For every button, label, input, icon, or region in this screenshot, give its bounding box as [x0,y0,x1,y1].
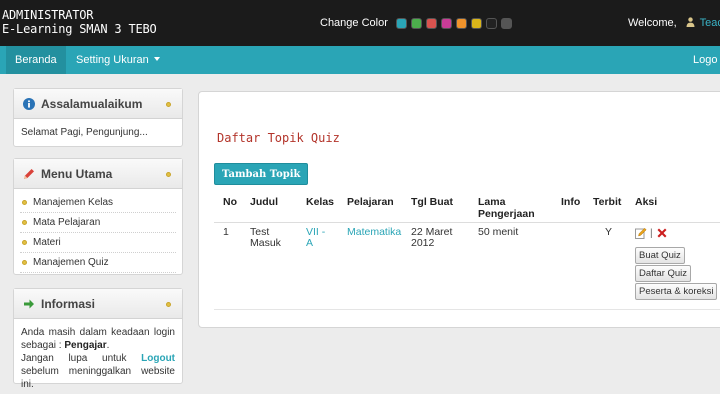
td-judul: Test Masuk [250,227,281,249]
td-no: 1 [223,226,229,238]
bullet-icon [22,200,27,205]
greeting-panel: Assalamualaikum Selamat Pagi, Pengunjung… [13,88,183,147]
brand: ADMINISTRATOR E-Learning SMAN 3 TEBO [2,8,157,36]
main-menu-list: Manajemen Kelas Mata Pelajaran Materi Ma… [14,189,182,279]
th-aksi: Aksi [635,196,658,208]
info-icon [23,98,35,110]
td-lama: 50 menit [478,226,519,238]
change-color: Change Color [320,17,512,29]
info-panel-title: Informasi [41,297,96,311]
color-swatch[interactable] [395,17,407,29]
bullet-icon [22,260,27,265]
color-swatch[interactable] [500,17,512,29]
edit-icon[interactable] [635,227,647,239]
user-icon [686,17,695,27]
td-pelajaran-link[interactable]: Matematika [347,227,401,238]
nav-home[interactable]: Beranda [6,46,66,74]
daftar-quiz-button[interactable]: Daftar Quiz [635,265,692,282]
welcome-label: Welcome, [628,17,677,29]
header-divider [214,222,720,223]
info-panel-header: Informasi [14,289,182,319]
td-tgl-buat: 22 Maret 2012 [411,227,452,249]
th-judul: Judul [250,196,278,208]
td-kelas-link[interactable]: VII - A [306,227,325,249]
info-panel: Informasi Anda masih dalam keadaan login… [13,288,183,390]
main-menu-panel: Menu Utama Manajemen Kelas Mata Pelajara… [13,158,183,275]
menu-item-label: Manajemen Quiz [33,257,109,268]
nav-bar: Beranda Setting Ukuran Logo [0,46,720,74]
th-lama-line-1: Lama [478,196,506,208]
main-menu-title: Menu Utama [41,167,113,181]
row-actions: | [635,227,668,239]
user-name[interactable]: Teach [700,17,720,29]
main-menu-header: Menu Utama [14,159,182,189]
nav-logout-label: Logo [693,54,718,66]
menu-item-manajemen-quiz[interactable]: Manajemen Quiz [20,253,176,273]
bullet-icon [22,220,27,225]
th-kelas: Kelas [306,196,335,208]
brand-line-1: ADMINISTRATOR [2,8,94,22]
chevron-down-icon [153,57,160,61]
collapse-dot-icon[interactable] [166,302,171,307]
menu-item-label: Manajemen Kelas [33,197,114,208]
collapse-dot-icon[interactable] [166,172,171,177]
nav-logout[interactable]: Logo [693,46,717,74]
color-swatch[interactable] [470,17,482,29]
welcome: Welcome, Teach [628,17,720,29]
th-info: Info [561,196,581,208]
td-terbit: Y [605,226,613,238]
th-no: No [223,196,237,208]
add-topic-button[interactable]: Tambah Topik [214,163,309,185]
peserta-koreksi-button[interactable]: Peserta & koreksi [635,283,718,300]
color-swatch[interactable] [410,17,422,29]
color-swatch[interactable] [485,17,497,29]
th-lama: Lama Pengerjaan [478,196,535,220]
color-swatch[interactable] [455,17,467,29]
info-logout-link[interactable]: Logout [141,353,175,364]
action-separator: | [650,227,653,239]
menu-item-mata-pelajaran[interactable]: Mata Pelajaran [20,213,176,233]
menu-item-label: Materi [33,237,61,248]
nav-setting-label: Setting Ukuran [76,54,149,66]
delete-icon[interactable] [656,227,668,239]
nav-home-label: Beranda [15,54,57,66]
info-text-3: sebelum meninggalkan website ini. [21,366,175,390]
th-tgl-buat: Tgl Buat [411,196,453,208]
menu-item-materi[interactable]: Materi [20,233,176,253]
brand-line-2: E-Learning SMAN 3 TEBO [2,22,157,36]
bullet-icon [22,240,27,245]
nav-setting[interactable]: Setting Ukuran [67,46,169,74]
greeting-text: Selamat Pagi, Pengunjung... [21,127,148,138]
th-terbit: Terbit [593,196,622,208]
change-color-label: Change Color [320,17,388,29]
td-tgl-line-2: 2012 [411,237,435,249]
arrow-right-icon [24,299,34,309]
pencil-icon [24,169,34,179]
info-text-2: Jangan lupa untuk [21,353,127,364]
color-swatch[interactable] [425,17,437,29]
page-title: Daftar Topik Quiz [217,131,340,145]
info-role: Pengajar [64,340,107,351]
greeting-panel-header: Assalamualaikum [14,89,182,119]
th-lama-line-2: Pengerjaan [478,208,535,220]
td-judul-line-2: Masuk [250,237,281,249]
collapse-dot-icon[interactable] [166,102,171,107]
greeting-panel-title: Assalamualaikum [41,97,143,111]
row-divider [214,309,720,310]
buat-quiz-button[interactable]: Buat Quiz [635,247,685,264]
main-panel: Daftar Topik Quiz Tambah Topik No Judul … [198,91,720,328]
color-swatch[interactable] [440,17,452,29]
menu-item-manajemen-kelas[interactable]: Manajemen Kelas [20,193,176,213]
top-bar: ADMINISTRATOR E-Learning SMAN 3 TEBO Cha… [0,0,720,46]
td-kelas-line-2: A [306,237,314,249]
menu-item-label: Mata Pelajaran [33,217,101,228]
info-text: Anda masih dalam keadaan login sebagai :… [21,327,176,390]
th-pelajaran: Pelajaran [347,196,394,208]
